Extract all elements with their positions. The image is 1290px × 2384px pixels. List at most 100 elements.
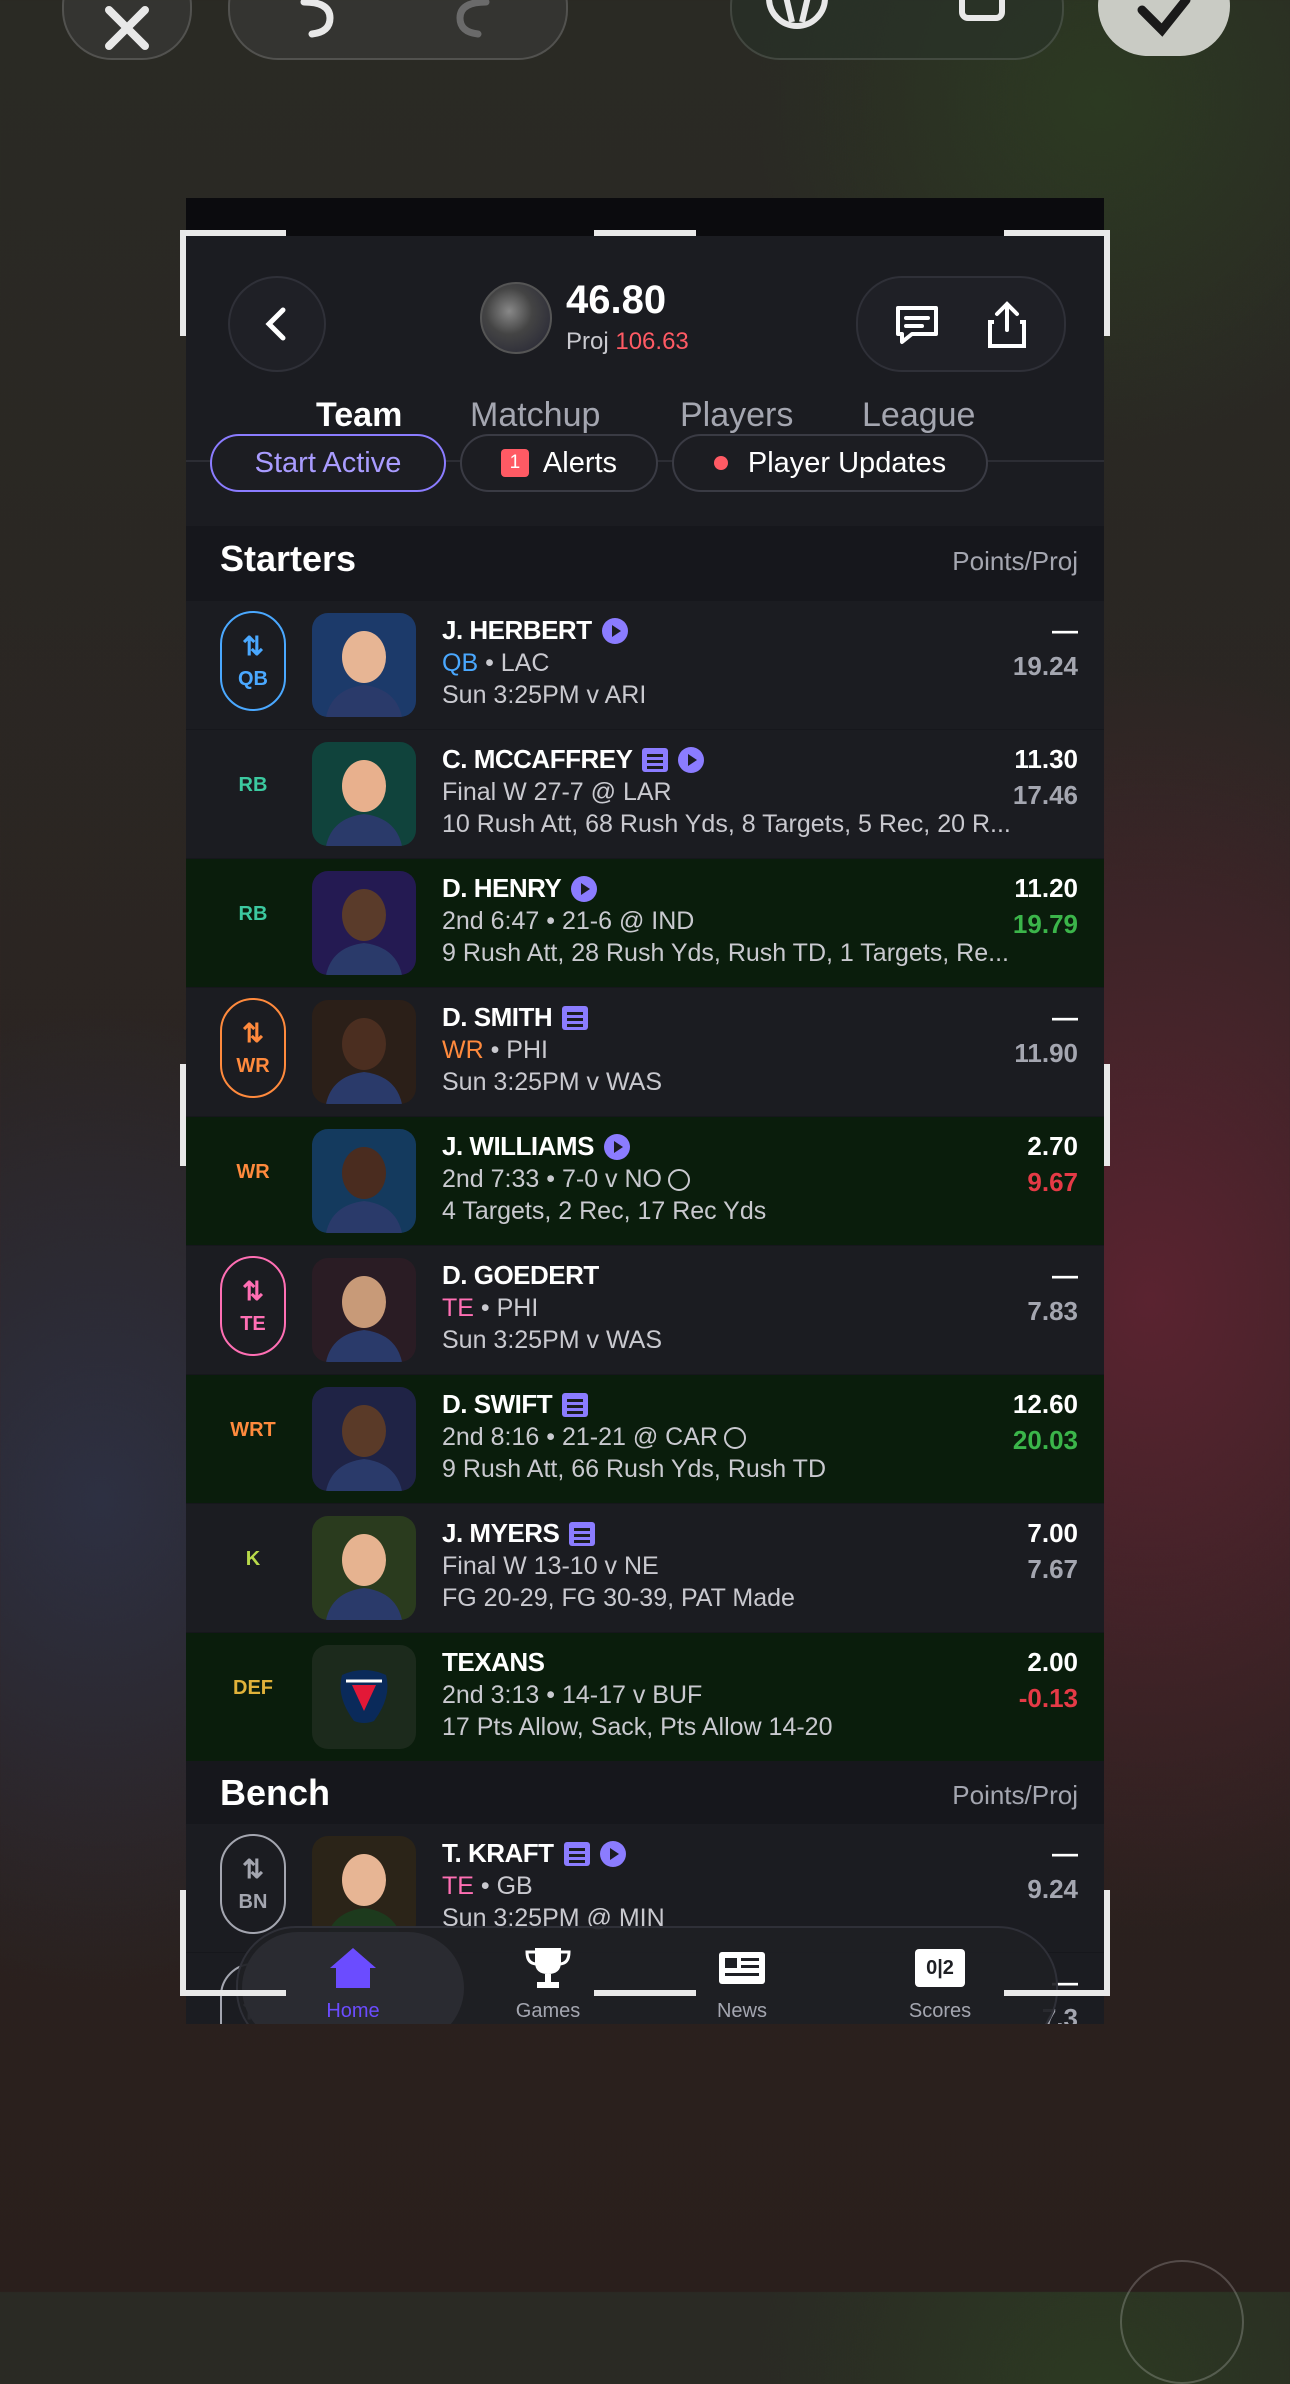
swap-position-button[interactable]: ⇅ WR: [220, 998, 286, 1098]
player-name[interactable]: T. KRAFT: [442, 1838, 626, 1869]
bench-title: Bench: [220, 1772, 331, 1813]
starters-title: Starters: [220, 538, 357, 579]
player-photo[interactable]: [312, 1000, 416, 1104]
start-active-button[interactable]: Start Active: [210, 434, 446, 492]
game-info-text: TE • PHI: [442, 1294, 539, 1322]
tab-matchup[interactable]: Matchup: [470, 396, 600, 435]
player-photo[interactable]: [312, 1387, 416, 1491]
tab-players[interactable]: Players: [680, 396, 793, 435]
player-row[interactable]: RB C. MCCAFFREY Final W 27-7 @ LAR 10 Rush …: [186, 730, 1104, 858]
nav-news[interactable]: News: [672, 1946, 812, 2023]
player-photo[interactable]: [312, 1129, 416, 1233]
game-info-text: Final W 27-7 @ LAR: [442, 778, 672, 806]
player-row[interactable]: ⇅ WR D. SMITH WR • PHI Sun 3:25PM v WAS — 11.9…: [186, 988, 1104, 1116]
player-name-text: J. WILLIAMS: [442, 1131, 594, 1161]
player-name[interactable]: D. SMITH: [442, 1002, 589, 1033]
game-info-text: 2nd 8:16 • 21-21 @ CAR: [442, 1423, 718, 1451]
tab-league[interactable]: League: [862, 396, 975, 435]
player-name-text: J. MYERS: [442, 1518, 560, 1548]
alerts-chip[interactable]: 1 Alerts: [460, 434, 658, 492]
player-photo[interactable]: [312, 1836, 416, 1940]
position-label: BN: [238, 1891, 268, 1913]
news-icon[interactable]: [642, 747, 669, 772]
team-projection: Proj 106.63: [566, 328, 689, 355]
done-button[interactable]: [1098, 0, 1230, 56]
player-name[interactable]: J. WILLIAMS: [442, 1131, 630, 1162]
position-label: DEF: [233, 1677, 273, 1699]
player-row[interactable]: RB D. HENRY 2nd 6:47 • 21-6 @ IND 9 Rush At…: [186, 859, 1104, 987]
football-possession-icon: [723, 1427, 746, 1450]
share-icon[interactable]: [982, 300, 1032, 350]
swap-position-button[interactable]: ⇅ TE: [220, 1256, 286, 1356]
player-name[interactable]: C. MCCAFFREY: [442, 744, 705, 775]
game-info: 2nd 8:16 • 21-21 @ CAR: [442, 1423, 746, 1452]
game-info-text: Final W 13-10 v NE: [442, 1552, 659, 1580]
player-photo[interactable]: [312, 742, 416, 846]
player-photo[interactable]: [312, 613, 416, 717]
player-name[interactable]: TEXANS: [442, 1647, 545, 1678]
team-logo[interactable]: [312, 1645, 416, 1749]
player-name[interactable]: D. GOEDERT: [442, 1260, 599, 1291]
projection-value: 19.24: [1012, 651, 1078, 681]
player-name[interactable]: D. HENRY: [442, 873, 598, 904]
trophy-icon: [525, 1948, 571, 1988]
nav-home[interactable]: Home: [283, 1946, 423, 2023]
player-name-text: D. SMITH: [442, 1002, 553, 1032]
markup-tools-group[interactable]: [730, 0, 1064, 60]
news-icon[interactable]: [563, 1841, 590, 1866]
projection-value: -0.13: [1018, 1683, 1078, 1713]
player-updates-label: Player Updates: [747, 446, 947, 479]
swap-icon: ⇅: [242, 631, 264, 661]
close-button[interactable]: [62, 0, 192, 60]
video-play-icon[interactable]: [678, 746, 705, 773]
crop-icon: [959, 0, 1005, 21]
player-name-text: J. HERBERT: [442, 615, 592, 645]
player-name[interactable]: J. MYERS: [442, 1518, 596, 1549]
points-value: —: [1052, 1002, 1078, 1032]
player-photo[interactable]: [312, 1516, 416, 1620]
player-row[interactable]: ⇅ QB J. HERBERT QB • LAC Sun 3:25PM v ARI — 19…: [186, 601, 1104, 729]
undo-redo-group[interactable]: [228, 0, 568, 60]
swap-icon: ⇅: [242, 1018, 264, 1048]
nav-home-label: Home: [326, 2000, 380, 2022]
video-play-icon[interactable]: [603, 1133, 630, 1160]
points-value: 12.60: [1012, 1389, 1078, 1419]
game-info-text: WR • PHI: [442, 1036, 548, 1064]
player-photo[interactable]: [312, 871, 416, 975]
football-possession-icon: [667, 1169, 690, 1192]
tab-team[interactable]: Team: [316, 396, 402, 435]
player-row[interactable]: K J. MYERS Final W 13-10 v NE FG 20-29, FG …: [186, 1504, 1104, 1632]
player-name[interactable]: D. SWIFT: [442, 1389, 589, 1420]
player-name[interactable]: J. HERBERT: [442, 615, 628, 646]
video-play-icon[interactable]: [599, 1840, 626, 1867]
swap-icon: ⇅: [242, 1854, 264, 1884]
projection-value: 11.90: [1014, 1038, 1078, 1068]
swap-position-button[interactable]: ⇅ QB: [220, 611, 286, 711]
nav-games[interactable]: Games: [478, 1946, 618, 2023]
nav-scores[interactable]: 0|2 Scores: [870, 1946, 1010, 2023]
player-row[interactable]: DEF TEXANS 2nd 3:13 • 14-17 v BUF 17 Pts Al…: [186, 1633, 1104, 1761]
stat-line: Sun 3:25PM v WAS: [442, 1326, 662, 1354]
news-icon[interactable]: [562, 1392, 589, 1417]
player-name-text: C. MCCAFFREY: [442, 744, 633, 774]
chat-icon[interactable]: [892, 300, 942, 350]
news-icon[interactable]: [569, 1521, 596, 1546]
video-play-icon[interactable]: [571, 875, 598, 902]
player-row[interactable]: ⇅ TE D. GOEDERT TE • PHI Sun 3:25PM v WAS — 7.…: [186, 1246, 1104, 1374]
player-updates-chip[interactable]: Player Updates: [672, 434, 988, 492]
player-row[interactable]: WRT D. SWIFT 2nd 8:16 • 21-21 @ CAR 9 Rush …: [186, 1375, 1104, 1503]
position-label: WR: [236, 1055, 270, 1077]
player-row[interactable]: WR J. WILLIAMS 2nd 7:33 • 7-0 v NO 4 Target…: [186, 1117, 1104, 1245]
projection-value: 9.24: [1027, 1874, 1078, 1904]
nav-scores-label: Scores: [908, 2000, 972, 2022]
projection-value: 7.67: [1027, 1554, 1078, 1584]
video-play-icon[interactable]: [601, 617, 628, 644]
player-photo[interactable]: [312, 1258, 416, 1362]
redo-icon: [456, 0, 490, 38]
swap-position-button[interactable]: ⇅ BN: [220, 1834, 286, 1934]
points-value: —: [1052, 1838, 1078, 1868]
close-icon: [105, 6, 149, 50]
news-icon[interactable]: [562, 1005, 589, 1030]
back-button[interactable]: [228, 276, 326, 372]
game-info: 2nd 3:13 • 14-17 v BUF: [442, 1681, 702, 1710]
